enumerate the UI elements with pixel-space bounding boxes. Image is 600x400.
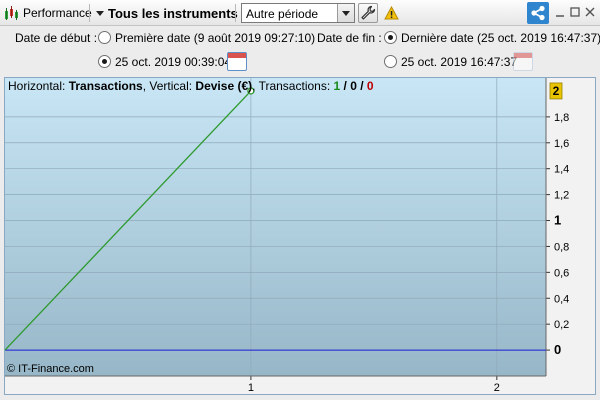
instruments-dropdown[interactable]: Tous les instruments — [95, 0, 238, 26]
x-axis-area[interactable] — [5, 376, 595, 394]
start-custom-date[interactable]: 25 oct. 2019 00:39:04 — [115, 55, 231, 69]
vertical-prefix: , Vertical: — [142, 79, 196, 93]
caret-down-icon — [96, 11, 104, 16]
neutral-count: 0 — [350, 79, 357, 93]
minimize-icon[interactable] — [554, 5, 566, 19]
end-custom-date[interactable]: 25 oct. 2019 16:47:37 — [401, 55, 517, 69]
end-last-option-label[interactable]: Dernière date (25 oct. 2019 16:47:37) — [401, 31, 600, 45]
end-date-label: Date de fin : — [317, 31, 382, 45]
settings-button[interactable] — [358, 3, 378, 23]
start-first-option-label[interactable]: Première date (9 août 2019 09:27:10) — [115, 31, 315, 45]
instruments-label: Tous les instruments — [108, 5, 238, 21]
toolbar-divider — [235, 4, 236, 22]
warning-icon[interactable] — [384, 6, 399, 20]
toolbar-divider — [89, 4, 90, 22]
close-icon[interactable] — [584, 5, 596, 19]
chart-header: Horizontal: Transactions, Vertical: Devi… — [8, 79, 374, 93]
plot-area[interactable] — [5, 78, 546, 376]
performance-label: Performance — [23, 6, 92, 20]
start-calendar-icon[interactable] — [227, 52, 247, 71]
end-calendar-icon — [513, 52, 533, 71]
period-select-value: Autre période — [246, 7, 319, 21]
maximize-icon[interactable] — [569, 5, 581, 19]
start-date-label: Date de début : — [15, 31, 98, 45]
share-icon — [531, 5, 545, 21]
y-axis-area[interactable] — [546, 78, 595, 376]
copyright-text: © IT-Finance.com — [7, 363, 94, 375]
end-last-radio[interactable] — [384, 31, 397, 44]
tx-separator: / — [340, 79, 351, 93]
start-custom-radio[interactable] — [98, 55, 111, 68]
wrench-icon — [361, 5, 376, 20]
vertical-value: Devise (€) — [195, 79, 253, 93]
performance-button[interactable]: Performance — [4, 0, 92, 26]
transactions-prefix: , Transactions: — [252, 79, 334, 93]
losing-count: 0 — [366, 79, 374, 93]
share-button[interactable] — [527, 2, 549, 24]
horizontal-prefix: Horizontal: — [8, 79, 69, 93]
chevron-down-icon — [337, 4, 354, 22]
horizontal-value: Transactions — [68, 79, 143, 93]
end-custom-radio[interactable] — [384, 55, 397, 68]
period-select[interactable]: Autre période — [241, 3, 355, 23]
tx-separator: / — [356, 79, 367, 93]
start-first-radio[interactable] — [98, 31, 111, 44]
performance-chart-icon — [5, 6, 18, 20]
